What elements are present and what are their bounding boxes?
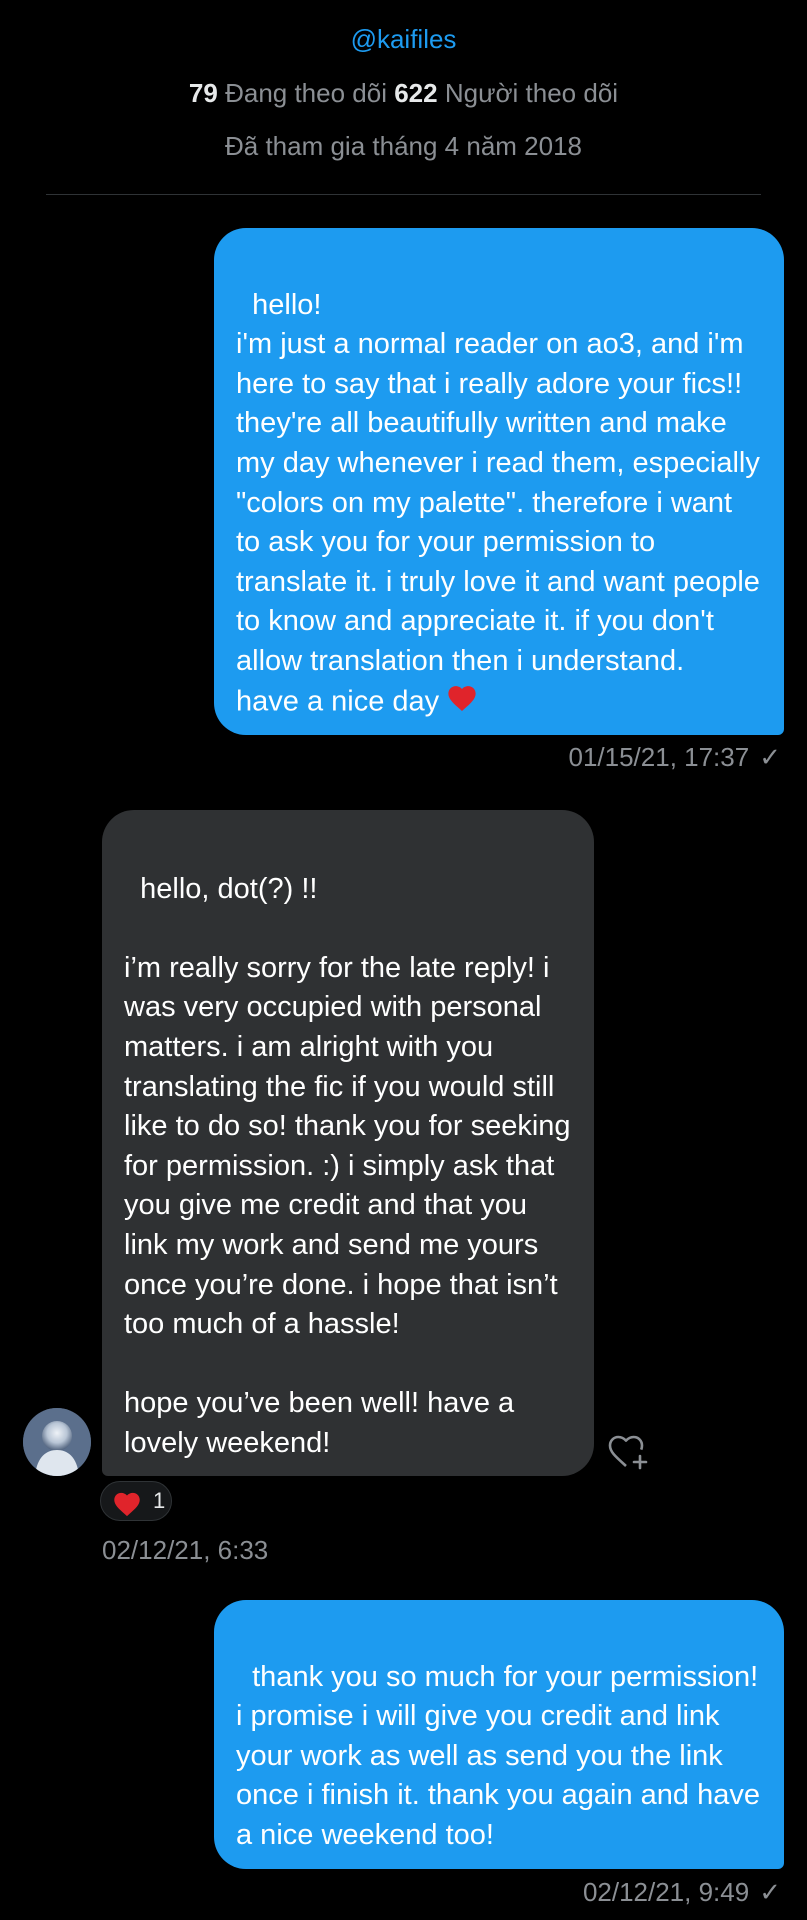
followers-label[interactable]: Người theo dõi (445, 78, 618, 108)
reaction-count: 1 (153, 1488, 166, 1513)
message-timestamp: 02/12/21, 9:49 (582, 1877, 750, 1907)
message-timestamp: 01/15/21, 17:37 (568, 742, 750, 772)
followers-count[interactable]: 622 (394, 78, 437, 108)
divider (46, 194, 761, 195)
message-text: hello! i'm just a normal reader on ao3, … (236, 288, 760, 717)
reaction-badge[interactable]: 1 (100, 1481, 172, 1521)
follow-stats: 79 Đang theo dõi 622 Người theo dõi (0, 78, 807, 109)
message-meta: 02/12/21, 9:49 ✓ (583, 1877, 781, 1908)
following-label[interactable]: Đang theo dõi (225, 78, 387, 108)
joined-date: Đã tham gia tháng 4 năm 2018 (224, 131, 583, 161)
add-reaction-icon[interactable] (606, 1430, 650, 1474)
red-heart-emoji (445, 682, 479, 724)
message-text: hello, dot(?) !! i’m really sorry for th… (124, 872, 571, 1459)
message-meta: 02/12/21, 6:33 (102, 1535, 268, 1566)
message-meta: 01/15/21, 17:37 ✓ (568, 742, 781, 773)
red-heart-icon (111, 1489, 143, 1522)
message-bubble-received[interactable]: hello, dot(?) !! i’m really sorry for th… (102, 810, 594, 1476)
following-count[interactable]: 79 (189, 78, 218, 108)
message-timestamp: 02/12/21, 6:33 (102, 1535, 269, 1565)
profile-handle-link[interactable]: @kaifiles (0, 24, 807, 55)
read-check-icon: ✓ (759, 1877, 781, 1907)
message-text: thank you so much for your permission! i… (236, 1660, 769, 1851)
read-check-icon: ✓ (759, 742, 781, 772)
avatar[interactable] (23, 1408, 91, 1476)
message-bubble-sent[interactable]: thank you so much for your permission! i… (214, 1600, 784, 1869)
message-bubble-sent[interactable]: hello! i'm just a normal reader on ao3, … (214, 228, 784, 735)
